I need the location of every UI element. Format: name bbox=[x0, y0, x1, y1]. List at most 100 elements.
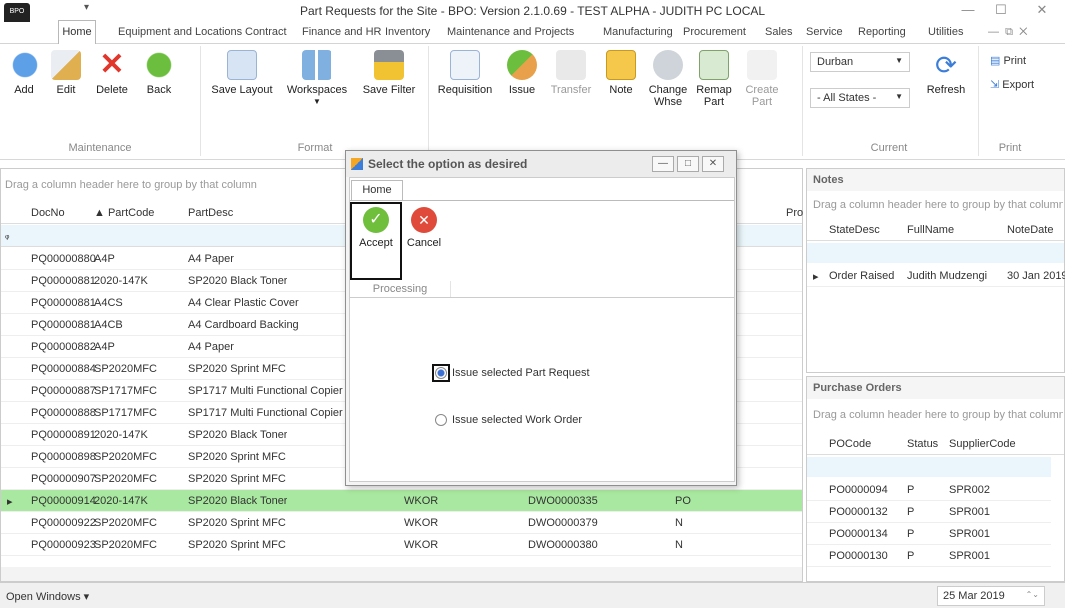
open-windows-button[interactable]: Open Windows ▾ bbox=[6, 590, 89, 603]
menu-sales[interactable]: Sales bbox=[765, 26, 793, 38]
refresh-icon: ⟳ bbox=[935, 50, 957, 80]
save-layout-button[interactable]: Save Layout bbox=[206, 50, 278, 96]
cell-desc: A4 Clear Plastic Cover bbox=[188, 297, 299, 309]
notes-group-hint: Drag a column header here to group by th… bbox=[813, 199, 1063, 211]
po-title: Purchase Orders bbox=[807, 377, 1064, 399]
ribbon-divider bbox=[978, 46, 979, 156]
print-icon: ▤ bbox=[990, 55, 1001, 67]
notes-row[interactable]: ▸ Order Raised Judith Mudzengi 30 Jan 20… bbox=[807, 265, 1065, 287]
save-filter-button[interactable]: Save Filter bbox=[358, 50, 420, 96]
option1-label[interactable]: Issue selected Part Request bbox=[452, 367, 590, 379]
cell-code: A4CS bbox=[94, 297, 123, 309]
print-button[interactable]: ▤ Print bbox=[990, 54, 1026, 67]
cell-code: A4P bbox=[94, 253, 115, 265]
col-docno[interactable]: DocNo bbox=[31, 207, 65, 219]
accept-button[interactable]: ✓ Accept bbox=[354, 207, 398, 249]
refresh-button[interactable]: ⟳ Refresh bbox=[924, 50, 968, 96]
cell-doc: PQ00000881 bbox=[31, 275, 96, 287]
cell-desc: SP1717 Multi Functional Copier bbox=[188, 407, 343, 419]
col-notedate[interactable]: NoteDate bbox=[1007, 224, 1053, 236]
dialog-maximize-button[interactable]: □ bbox=[677, 156, 699, 172]
col-suppliercode[interactable]: SupplierCode bbox=[949, 438, 1016, 450]
back-button[interactable]: Back bbox=[144, 50, 174, 96]
po-cell-status: P bbox=[907, 506, 915, 518]
edit-button[interactable]: Edit bbox=[48, 50, 84, 96]
table-row[interactable]: PQ00000922 SP2020MFC SP2020 Sprint MFC WKOR… bbox=[1, 512, 802, 534]
option2-radio[interactable] bbox=[435, 414, 447, 426]
dialog-minimize-button[interactable]: — bbox=[652, 156, 674, 172]
remap-part-button[interactable]: Remap Part bbox=[692, 50, 736, 108]
horizontal-scrollbar[interactable] bbox=[1, 567, 802, 581]
col-fullname[interactable]: FullName bbox=[907, 224, 954, 236]
delete-button[interactable]: ✕ Delete bbox=[90, 48, 134, 97]
close-button[interactable]: ✕ bbox=[1027, 2, 1057, 20]
cell-doc: PQ00000907 bbox=[31, 473, 96, 485]
col-pro[interactable]: Pro bbox=[786, 207, 803, 219]
cell-doc: PQ00000923 bbox=[31, 539, 96, 551]
col-partdesc[interactable]: PartDesc bbox=[188, 207, 233, 219]
requisition-button[interactable]: Requisition bbox=[434, 50, 496, 96]
col-partcode[interactable]: ▲ PartCode bbox=[94, 207, 154, 219]
add-button[interactable]: Add bbox=[10, 50, 40, 96]
cell-desc: SP2020 Sprint MFC bbox=[188, 517, 286, 529]
site-combo[interactable]: Durban ▼ bbox=[810, 52, 910, 72]
create-part-button[interactable]: Create Part bbox=[740, 50, 784, 108]
menu-equipment[interactable]: Equipment and Locations bbox=[118, 26, 242, 38]
table-row[interactable]: PQ00000923 SP2020MFC SP2020 Sprint MFC WKOR… bbox=[1, 534, 802, 556]
po-cell-status: P bbox=[907, 484, 915, 496]
menu-inventory[interactable]: Inventory bbox=[385, 26, 430, 38]
cell-wo: DWO0000379 bbox=[528, 517, 598, 529]
menu-utilities[interactable]: Utilities bbox=[928, 26, 963, 38]
po-row[interactable]: PO0000094 P SPR002 bbox=[807, 479, 1051, 501]
col-status[interactable]: Status bbox=[907, 438, 938, 450]
menu-finance[interactable]: Finance and HR bbox=[302, 26, 382, 38]
date-field[interactable]: 25 Mar 2019 ⌃⌄ bbox=[937, 586, 1045, 606]
menu-reporting[interactable]: Reporting bbox=[858, 26, 906, 38]
table-row[interactable]: ▸ PQ00000914 2020-147K SP2020 Black Toner WK… bbox=[1, 490, 802, 512]
po-row[interactable]: PO0000134 P SPR001 bbox=[807, 523, 1051, 545]
issue-button[interactable]: Issue bbox=[502, 50, 542, 96]
po-cell-code: PO0000134 bbox=[829, 528, 888, 540]
po-cell-status: P bbox=[907, 550, 915, 562]
transfer-button[interactable]: Transfer bbox=[548, 50, 594, 96]
menu-manufacturing[interactable]: Manufacturing bbox=[603, 26, 673, 38]
ribbon-divider bbox=[428, 46, 429, 156]
option1-radio[interactable] bbox=[435, 367, 447, 379]
menu-procurement[interactable]: Procurement bbox=[683, 26, 746, 38]
cancel-button[interactable]: ✕ Cancel bbox=[402, 207, 446, 249]
minimize-button[interactable]: — bbox=[953, 2, 983, 20]
cell-code: 2020-147K bbox=[94, 275, 148, 287]
menu-service[interactable]: Service bbox=[806, 26, 843, 38]
dialog-close-button[interactable]: ✕ bbox=[702, 156, 724, 172]
cell-wo: DWO0000335 bbox=[528, 495, 598, 507]
workspaces-button[interactable]: Workspaces ▼ bbox=[282, 50, 352, 108]
state-combo[interactable]: - All States - ▼ bbox=[810, 88, 910, 108]
delete-x-icon: ✕ bbox=[99, 48, 125, 81]
cell-desc: SP2020 Black Toner bbox=[188, 275, 288, 287]
change-whse-button[interactable]: Change Whse bbox=[646, 50, 690, 108]
dialog-tab-home[interactable]: Home bbox=[351, 180, 403, 200]
po-filter-row[interactable] bbox=[807, 457, 1051, 477]
transfer-arrow-icon bbox=[556, 50, 586, 80]
ribbon-collapse-icon[interactable]: — ⧉ ✕ bbox=[988, 26, 1027, 39]
maximize-button[interactable]: ☐ bbox=[986, 2, 1016, 20]
po-row[interactable]: PO0000132 P SPR001 bbox=[807, 501, 1051, 523]
export-button[interactable]: ⇲ Export bbox=[990, 78, 1034, 91]
group-print: Print bbox=[998, 142, 1022, 154]
cancel-x-icon: ✕ bbox=[411, 207, 437, 233]
col-statedesc[interactable]: StateDesc bbox=[829, 224, 880, 236]
note-icon bbox=[606, 50, 636, 80]
col-pocode[interactable]: POCode bbox=[829, 438, 871, 450]
cell-st: PO bbox=[675, 495, 691, 507]
tab-home[interactable]: Home bbox=[58, 20, 96, 45]
po-row[interactable]: PO0000130 P SPR001 bbox=[807, 545, 1051, 567]
notes-filter-row[interactable] bbox=[807, 243, 1064, 263]
menu-contract[interactable]: Contract bbox=[245, 26, 287, 38]
po-cell-supplier: SPR001 bbox=[949, 550, 990, 562]
note-button[interactable]: Note bbox=[604, 50, 638, 96]
option2-label[interactable]: Issue selected Work Order bbox=[452, 414, 582, 426]
po-header: POCode Status SupplierCode bbox=[807, 433, 1064, 455]
cell-doc: PQ00000881 bbox=[31, 297, 96, 309]
notes-header: StateDesc FullName NoteDate bbox=[807, 219, 1064, 241]
menu-maintenance[interactable]: Maintenance and Projects bbox=[447, 26, 574, 38]
